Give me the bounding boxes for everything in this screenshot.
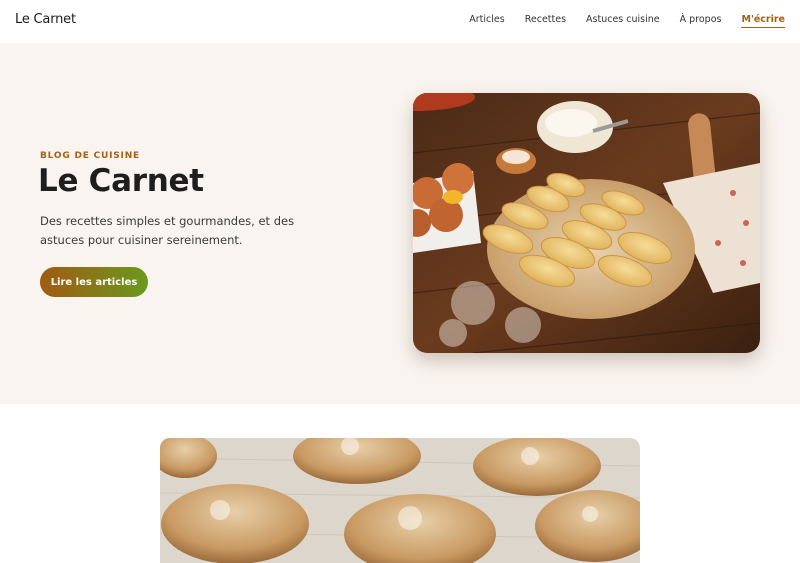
read-articles-button[interactable]: Lire les articles	[40, 267, 148, 297]
nav-item-m-ecrire[interactable]: M'écrire	[741, 14, 785, 28]
article-cover-photo-bread[interactable]	[160, 438, 640, 563]
pastry-dough-illustration	[413, 93, 760, 353]
bread-rolls-illustration	[160, 438, 640, 563]
nav-item-recettes[interactable]: Recettes	[525, 14, 566, 28]
top-navigation-bar: Le Carnet Articles Recettes Astuces cuis…	[0, 0, 800, 43]
hero-section: BLOG DE CUISINE Le Carnet Des recettes s…	[0, 43, 800, 404]
hero-eyebrow: BLOG DE CUISINE	[40, 151, 140, 161]
hero-photo-pastry-dough	[413, 93, 760, 353]
main-nav: Articles Recettes Astuces cuisine À prop…	[469, 14, 785, 28]
site-logo-text[interactable]: Le Carnet	[15, 12, 76, 27]
nav-item-articles[interactable]: Articles	[469, 14, 504, 28]
hero-description: Des recettes simples et gourmandes, et d…	[40, 214, 295, 247]
nav-item-a-propos[interactable]: À propos	[680, 14, 722, 28]
hero-title: Le Carnet	[38, 163, 204, 199]
nav-item-astuces-cuisine[interactable]: Astuces cuisine	[586, 14, 660, 28]
